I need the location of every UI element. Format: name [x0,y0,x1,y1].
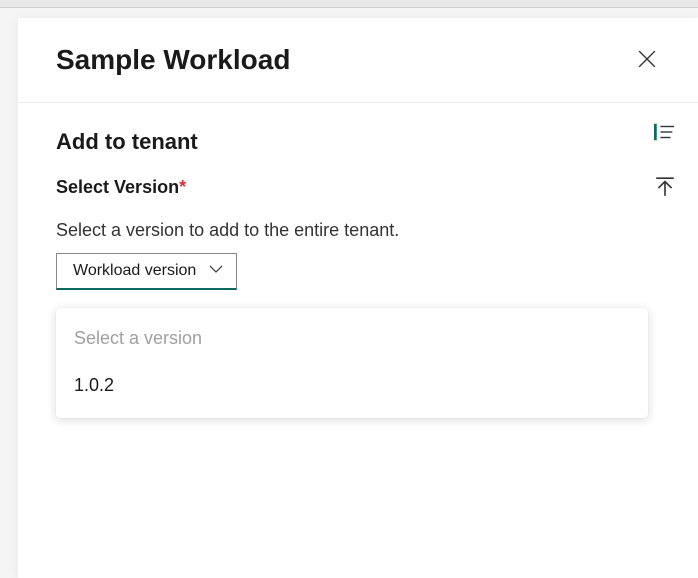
outline-button[interactable] [654,121,676,146]
version-dropdown-trigger[interactable]: Workload version [56,253,237,290]
panel-header: Sample Workload [18,18,698,103]
dropdown-trigger-label: Workload version [73,262,196,280]
dropdown-placeholder: Select a version [56,320,648,365]
side-panel: Sample Workload [18,18,698,578]
scroll-top-button[interactable] [654,176,676,201]
close-icon [638,50,656,71]
panel-body: Add to tenant Select Version* Select a v… [18,103,698,444]
panel-title: Sample Workload [56,44,290,76]
chevron-down-icon [208,262,224,280]
background-strip [0,0,698,8]
field-label: Select Version* [56,177,590,198]
field-label-text: Select Version [56,177,179,197]
arrow-up-to-line-icon [654,176,676,201]
side-toolbar [654,121,676,201]
section-title: Add to tenant [56,129,590,155]
field-description: Select a version to add to the entire te… [56,220,590,241]
version-dropdown-menu: Select a version 1.0.2 [56,308,648,418]
dropdown-option[interactable]: 1.0.2 [56,365,648,406]
close-button[interactable] [634,46,660,75]
list-icon [654,121,676,146]
content-area: Add to tenant Select Version* Select a v… [56,129,660,418]
required-indicator: * [179,177,186,197]
